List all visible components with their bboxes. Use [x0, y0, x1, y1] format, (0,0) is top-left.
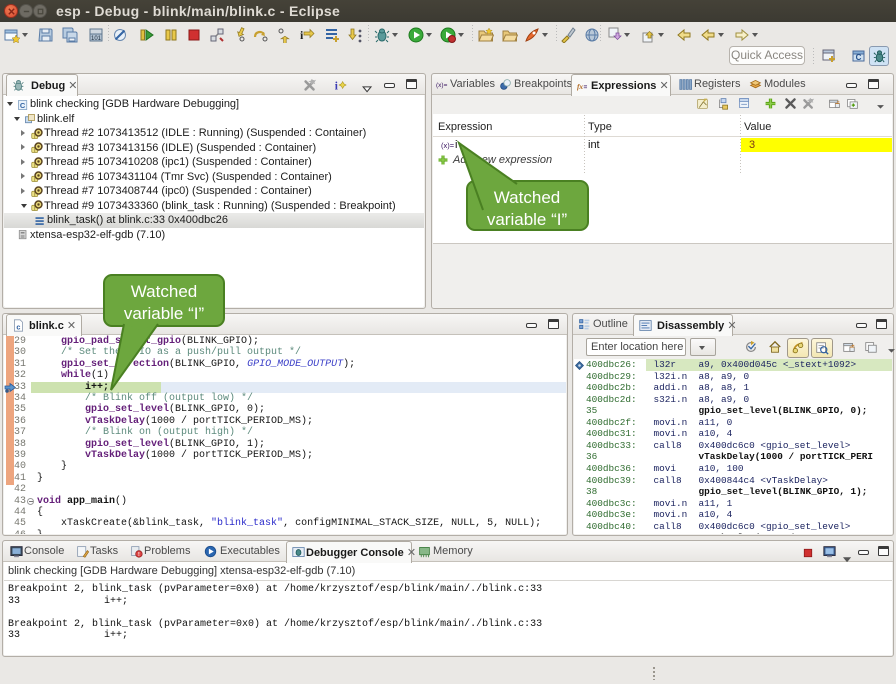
- svg-text:(x)=: (x)=: [436, 82, 448, 89]
- svg-text:(x)=: (x)=: [441, 141, 455, 150]
- svg-text:i: i: [335, 80, 338, 92]
- svg-text:101: 101: [91, 36, 102, 42]
- svg-text:!: !: [138, 552, 140, 558]
- svg-text:=: =: [584, 84, 588, 91]
- svg-text:fx: fx: [577, 82, 583, 91]
- svg-text:C: C: [856, 53, 862, 62]
- svg-text:c: c: [16, 325, 20, 332]
- svg-text:i: i: [300, 28, 304, 42]
- svg-text:C: C: [20, 101, 26, 110]
